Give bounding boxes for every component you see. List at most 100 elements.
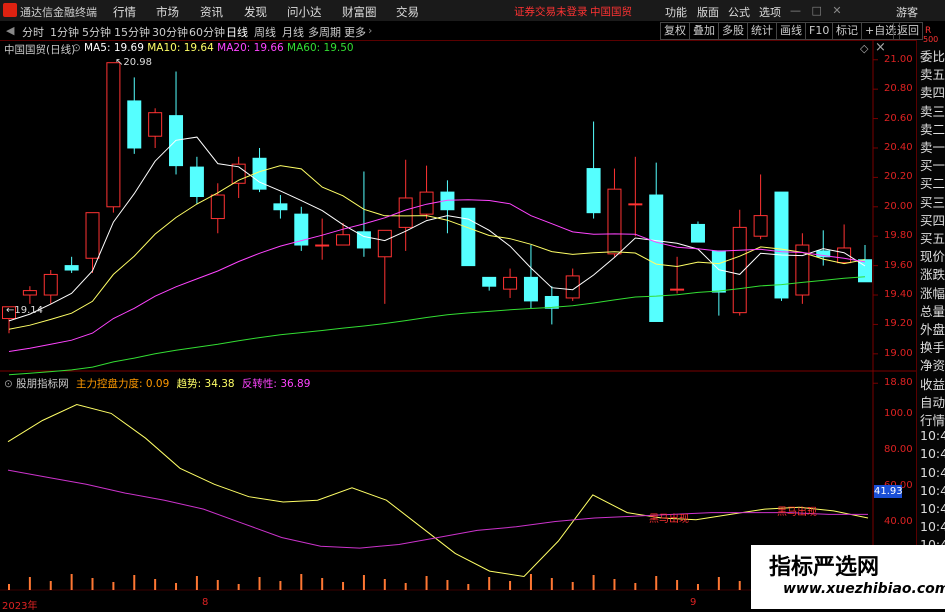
candle-body-25: [523, 276, 538, 302]
period-daily[interactable]: 日线: [226, 24, 248, 40]
panel-item-14: 总量: [920, 303, 945, 319]
watermark-title: 指标严选网: [769, 555, 880, 580]
ma60-label: MA60: 19.50: [287, 42, 354, 54]
candle-body-18: [377, 229, 392, 258]
control-force-label: 主力控盘力度: 0.09: [76, 378, 170, 390]
candle-body-4: [85, 212, 100, 259]
login-status[interactable]: 证券交易未登录: [514, 4, 588, 19]
menu-market-quote[interactable]: 行情: [113, 4, 136, 20]
panel-item-5: 卖一: [920, 140, 945, 155]
return-button[interactable]: 返回: [893, 22, 923, 40]
panel-num-label: 500: [923, 35, 939, 44]
panel-item-20[interactable]: 行情: [920, 410, 945, 429]
candle-body-5: [106, 62, 121, 208]
trend-label: 趋势: 34.38: [176, 378, 235, 390]
trend-line: [7, 403, 869, 578]
close-chart-icon[interactable]: ×: [875, 40, 886, 55]
sub-menu-icon[interactable]: ⊙: [4, 378, 13, 390]
sub-current-value-badge: 41.93: [874, 485, 903, 498]
x-label-aug: 8: [202, 597, 209, 608]
sub-y-tick-0: 100.0: [884, 408, 913, 419]
sub-chart-legend: ⊙ 股朋指标网 主力控盘力度: 0.09 趋势: 34.38 反转性: 36.8…: [4, 376, 310, 391]
guest-user[interactable]: 游客: [896, 4, 918, 20]
candle-body-37: [774, 191, 789, 299]
panel-item-13: 涨幅: [920, 285, 945, 301]
panel-item-26[interactable]: 10:45: [920, 519, 945, 534]
candle-body-10: [210, 194, 225, 220]
period-5min[interactable]: 5分钟: [82, 24, 111, 40]
candle-body-33: [690, 223, 705, 243]
y-tick-5: 20.00: [884, 200, 913, 212]
menu-xiaoda[interactable]: 问小达: [287, 4, 322, 20]
period-60min[interactable]: 60分钟: [189, 24, 225, 40]
panel-item-22[interactable]: 10:45: [920, 446, 945, 461]
y-tick-0: 21.00: [884, 53, 913, 65]
panel-item-25[interactable]: 10:45: [920, 501, 945, 516]
f10-button[interactable]: F10: [805, 22, 834, 40]
period-weekly[interactable]: 周线: [254, 24, 276, 40]
candle-body-1: [22, 290, 37, 296]
diamond-icon[interactable]: ◇: [860, 42, 868, 55]
period-more[interactable]: 更多: [344, 24, 366, 40]
sub-y-tick-3: 40.00: [884, 516, 913, 527]
app-title: 通达信金融终端: [20, 6, 97, 19]
high-price-label: ↖20.98: [115, 57, 153, 68]
draw-line-button[interactable]: 画线: [776, 22, 806, 40]
dark-horse-annotation-2: 黑马出现: [777, 507, 817, 518]
panel-item-21[interactable]: 10:4: [920, 428, 945, 443]
candle-body-3: [64, 265, 79, 271]
panel-item-24[interactable]: 10:45: [920, 483, 945, 498]
y-tick-4: 20.20: [884, 171, 913, 183]
ma5-label: MA5: 19.69: [84, 42, 144, 54]
menu-fortune[interactable]: 财富圈: [342, 4, 377, 20]
candle-body-22: [461, 207, 476, 267]
menu-formula[interactable]: 公式: [728, 4, 750, 20]
x-label-sep: 9: [690, 597, 697, 608]
period-30min[interactable]: 30分钟: [152, 24, 188, 40]
panel-item-7: 买二: [920, 176, 945, 192]
period-15min[interactable]: 15分钟: [114, 24, 150, 40]
current-stock-name: 中国国贸: [590, 6, 632, 18]
watermark-overlay: 指标严选网 www.xuezhibiao.com: [751, 545, 945, 609]
adjust-button[interactable]: 复权: [660, 22, 690, 40]
period-multi[interactable]: 多周期: [308, 24, 341, 40]
main-chart-title: 中国国贸(日线): [4, 44, 76, 56]
y-tick-1: 20.80: [884, 83, 913, 95]
period-monthly[interactable]: 月线: [282, 24, 304, 40]
candle-body-32: [670, 288, 685, 291]
menu-function[interactable]: 功能: [665, 4, 687, 20]
overlay-button[interactable]: 叠加: [689, 22, 719, 40]
multi-stock-button[interactable]: 多股: [718, 22, 748, 40]
panel-item-23[interactable]: 10:45: [920, 465, 945, 480]
menu-options[interactable]: 选项: [759, 4, 781, 20]
ma-legend: MA5: 19.69 MA10: 19.64 MA20: 19.66 MA60:…: [84, 42, 354, 54]
menu-market[interactable]: 市场: [156, 4, 179, 20]
chevron-right-icon[interactable]: ›: [368, 24, 372, 37]
chart-menu-icon[interactable]: ⊙: [72, 42, 81, 54]
panel-item-18: 收益: [920, 376, 945, 392]
y-tick-6: 19.80: [884, 230, 913, 242]
panel-item-12: 涨跌: [920, 267, 945, 283]
menu-discover[interactable]: 发现: [244, 4, 267, 20]
panel-item-2: 卖四: [920, 85, 945, 101]
candle-body-31: [649, 194, 664, 322]
back-arrow-icon[interactable]: ◀: [6, 24, 14, 37]
statistics-button[interactable]: 统计: [747, 22, 777, 40]
period-1min[interactable]: 1分钟: [50, 24, 79, 40]
mark-button[interactable]: 标记: [832, 22, 862, 40]
window-controls[interactable]: — □ ✕: [790, 4, 842, 17]
panel-item-19[interactable]: 自动: [920, 392, 945, 411]
candle-body-23: [482, 276, 497, 287]
menu-trade[interactable]: 交易: [396, 4, 419, 20]
kline-chart[interactable]: [0, 40, 916, 609]
panel-item-4: 卖二: [920, 121, 945, 137]
y-tick-3: 20.40: [884, 141, 913, 153]
menu-layout[interactable]: 版面: [697, 4, 719, 20]
candle-body-26: [544, 295, 559, 309]
period-intraday[interactable]: 分时: [22, 24, 44, 40]
menu-bar: 通达信金融终端 行情 市场 资讯 发现 问小达 财富圈 交易 证券交易未登录 中…: [0, 0, 945, 22]
reversal-line: [7, 469, 868, 549]
menu-news[interactable]: 资讯: [200, 4, 223, 20]
panel-item-6: 买一: [920, 158, 945, 174]
quote-side-panel: R 500 委比 卖五 卖四 卖三 卖二 卖一 买一 买二 买三 买四 买五 现价 涨跌 涨幅 总量 外盘 换手…: [916, 26, 945, 609]
